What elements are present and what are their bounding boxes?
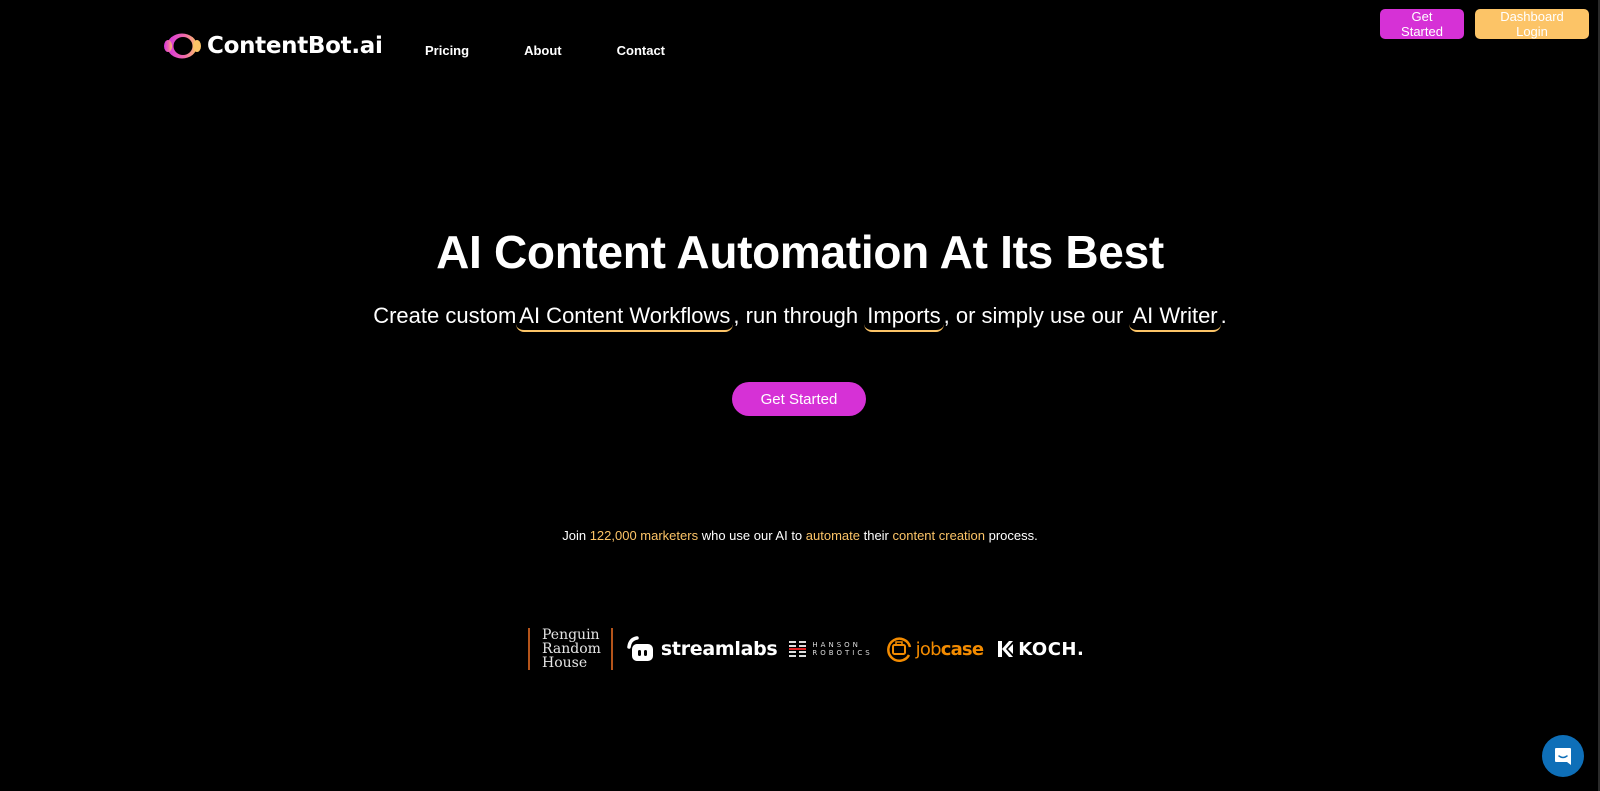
- ai-writer-link[interactable]: AI Writer: [1129, 303, 1221, 333]
- nav-contact[interactable]: Contact: [617, 43, 665, 58]
- logo[interactable]: ContentBot.ai: [163, 30, 383, 62]
- jobcase-briefcase-icon: [886, 637, 911, 662]
- subtitle-text: , or simply use our: [943, 303, 1130, 328]
- jobcase-wordmark: jobcase: [916, 639, 984, 660]
- nav-pricing[interactable]: Pricing: [425, 43, 469, 58]
- social-proof-segment: Join: [562, 528, 590, 543]
- jobcase-word-case: case: [940, 638, 984, 660]
- koch-wordmark: KOCH.: [1018, 638, 1085, 660]
- hero-subtitle: Create custom AI Content Workflows, run t…: [0, 303, 1600, 333]
- jobcase-word-job: job: [915, 638, 942, 660]
- site-header: ContentBot.ai Pricing About Contact Get …: [0, 0, 1600, 100]
- prh-word: House: [542, 655, 588, 671]
- get-started-hero-button[interactable]: Get Started: [732, 382, 866, 416]
- prh-word: Random: [542, 641, 601, 657]
- header-actions: Get Started Dashboard Login: [1380, 9, 1589, 39]
- social-proof-text: Join 122,000 marketers who use our AI to…: [0, 528, 1600, 543]
- logo-text: ContentBot.ai: [207, 33, 383, 59]
- streamlabs-logo: streamlabs: [625, 635, 778, 663]
- client-logos: Penguin Random House streamlabs HANSON R…: [528, 627, 1084, 671]
- subtitle-text: Create custom: [373, 303, 517, 328]
- get-started-header-button[interactable]: Get Started: [1380, 9, 1464, 39]
- penguin-random-house-logo: Penguin Random House: [528, 627, 613, 671]
- hanson-word: ROBOTICS: [812, 649, 873, 657]
- subtitle-text: , run through: [733, 303, 865, 328]
- logo-ring-icon: [164, 33, 201, 59]
- highlight-automate: automate: [805, 528, 860, 543]
- streamlabs-icon: [627, 636, 653, 661]
- hanson-word: HANSON: [812, 641, 861, 649]
- koch-logo: KOCH.: [998, 639, 1084, 660]
- social-proof-segment: process.: [985, 528, 1038, 543]
- hanson-robotics-logo: HANSON ROBOTICS: [789, 641, 872, 657]
- chat-launcher-button[interactable]: [1542, 735, 1584, 777]
- imports-link[interactable]: Imports: [864, 303, 944, 333]
- prh-wordmark: Penguin Random House: [530, 628, 611, 670]
- koch-k-icon: [998, 641, 1014, 657]
- prh-word: Penguin: [542, 627, 600, 643]
- streamlabs-wordmark: streamlabs: [660, 638, 778, 660]
- hanson-robotics-icon: [789, 641, 807, 657]
- chat-bubble-icon: [1555, 748, 1571, 765]
- jobcase-logo: jobcase: [885, 635, 984, 663]
- social-proof-segment: their: [859, 528, 893, 543]
- ai-content-workflows-link[interactable]: AI Content Workflows: [516, 303, 734, 333]
- main-nav: Pricing About Contact: [425, 43, 665, 58]
- marketer-count: 122,000 marketers: [589, 528, 699, 543]
- social-proof-segment: who use our AI to: [698, 528, 806, 543]
- subtitle-text: .: [1220, 303, 1227, 328]
- nav-about[interactable]: About: [524, 43, 562, 58]
- hanson-wordmark: HANSON ROBOTICS: [812, 641, 872, 657]
- hero-title: AI Content Automation At Its Best: [436, 226, 1164, 278]
- dashboard-login-button[interactable]: Dashboard Login: [1475, 9, 1589, 39]
- logo-divider: [610, 628, 613, 670]
- highlight-content-creation: content creation: [892, 528, 986, 543]
